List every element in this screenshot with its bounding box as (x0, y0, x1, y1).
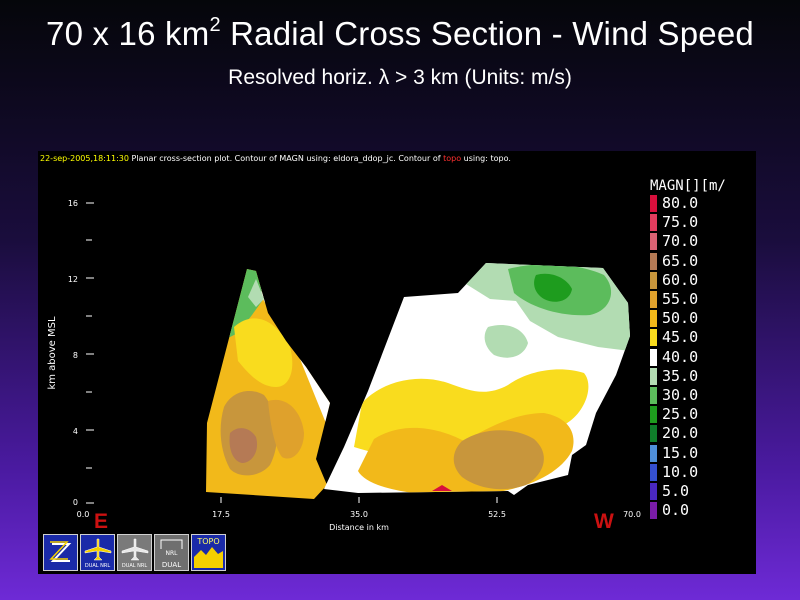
tool-topo-button[interactable]: TOPO (191, 534, 226, 571)
slide-title: 70 x 16 km2 Radial Cross Section - Wind … (0, 14, 800, 53)
east-label: E (94, 510, 108, 533)
legend-label: 55.0 (662, 290, 699, 308)
y-tick-label-0: 0 (73, 498, 78, 507)
legend-swatch (650, 195, 657, 212)
right-brown-core (453, 430, 544, 490)
legend-swatch (650, 502, 657, 520)
legend-label: 70.0 (662, 232, 699, 251)
tool-dual-nrl-gray-caption: DUAL NRL (121, 563, 148, 569)
x-tick-label-35: 35.0 (350, 510, 368, 519)
legend-label: 65.0 (662, 251, 699, 270)
tool-nrl-dual-top: NRL (165, 550, 178, 557)
x-tick-label-52-5: 52.5 (488, 510, 506, 519)
legend-label: 50.0 (662, 309, 699, 328)
y-tick-label-8: 8 (73, 351, 78, 360)
legend-swatch (650, 387, 657, 404)
aircraft-gray-icon (121, 538, 149, 561)
legend-swatch (650, 463, 657, 481)
y-tick-label-16: 16 (68, 199, 78, 208)
zoom-z-icon (49, 541, 72, 562)
x-axis-title: Distance in km (329, 523, 389, 532)
legend-swatch (650, 214, 657, 232)
legend-swatch (650, 310, 657, 328)
legend-label: 45.0 (662, 328, 699, 347)
legend-swatch (650, 329, 657, 347)
legend-label: 10.0 (662, 462, 699, 481)
west-label: W (594, 510, 614, 533)
y-axis-title: km above MSL (47, 316, 58, 390)
legend-label: 40.0 (662, 347, 699, 366)
tool-zoom-button[interactable] (43, 534, 78, 571)
slide-title-main: 70 x 16 km (46, 15, 210, 52)
slide-title-superscript: 2 (209, 14, 221, 36)
legend-label: 75.0 (662, 213, 699, 232)
legend-label: 35.0 (662, 366, 699, 385)
y-tick-label-12: 12 (68, 275, 78, 284)
legend-swatch (650, 483, 657, 500)
slide-subtitle: Resolved horiz. λ > 3 km (Units: m/s) (228, 66, 572, 89)
x-tick-label-17-5: 17.5 (212, 510, 230, 519)
slide-title-rest: Radial Cross Section - Wind Speed (220, 15, 754, 52)
aircraft-yellow-icon (84, 538, 112, 561)
y-tick-label-4: 4 (73, 427, 78, 436)
tool-dual-nrl-gray-button[interactable]: DUAL NRL (117, 534, 152, 571)
legend-swatch (650, 233, 657, 251)
x-tick-label-0: 0.0 (77, 510, 90, 519)
y-tick-marks (86, 202, 94, 504)
tool-topo-caption: TOPO (197, 537, 220, 546)
tool-nrl-dual-caption: DUAL (161, 561, 182, 569)
legend-swatch (650, 444, 657, 462)
legend-swatch (650, 271, 657, 289)
legend-label: 60.0 (662, 270, 699, 289)
legend-label: 80.0 (662, 194, 699, 212)
legend-swatch (650, 367, 657, 385)
legend-label: 20.0 (662, 424, 699, 443)
legend-label: 15.0 (662, 443, 699, 462)
legend-swatch (650, 252, 657, 270)
legend-label: 25.0 (662, 405, 699, 424)
legend-swatch (650, 425, 657, 443)
cross-section-plot[interactable]: 16 12 8 4 0 0.0 17.5 35.0 52.5 70.0 Dist… (38, 151, 756, 574)
legend-swatch (650, 406, 657, 424)
x-tick-marks (220, 497, 498, 503)
legend-title: MAGN[][m/ (650, 178, 726, 194)
legend-swatch (650, 291, 657, 308)
right-body-contours (324, 263, 630, 495)
left-lobe-contours (206, 269, 330, 499)
x-tick-label-70: 70.0 (623, 510, 641, 519)
legend-label: 0.0 (662, 501, 690, 520)
legend-label: 30.0 (662, 386, 699, 404)
plot-panel: 22-sep-2005,18:11:30 Planar cross-sectio… (38, 151, 756, 574)
tool-dual-nrl-button[interactable]: DUAL NRL (80, 534, 115, 571)
legend-label: 5.0 (662, 482, 690, 500)
tool-nrl-dual-button[interactable]: NRL DUAL (154, 534, 189, 571)
legend-swatch (650, 348, 657, 366)
tool-dual-nrl-caption: DUAL NRL (84, 563, 111, 569)
